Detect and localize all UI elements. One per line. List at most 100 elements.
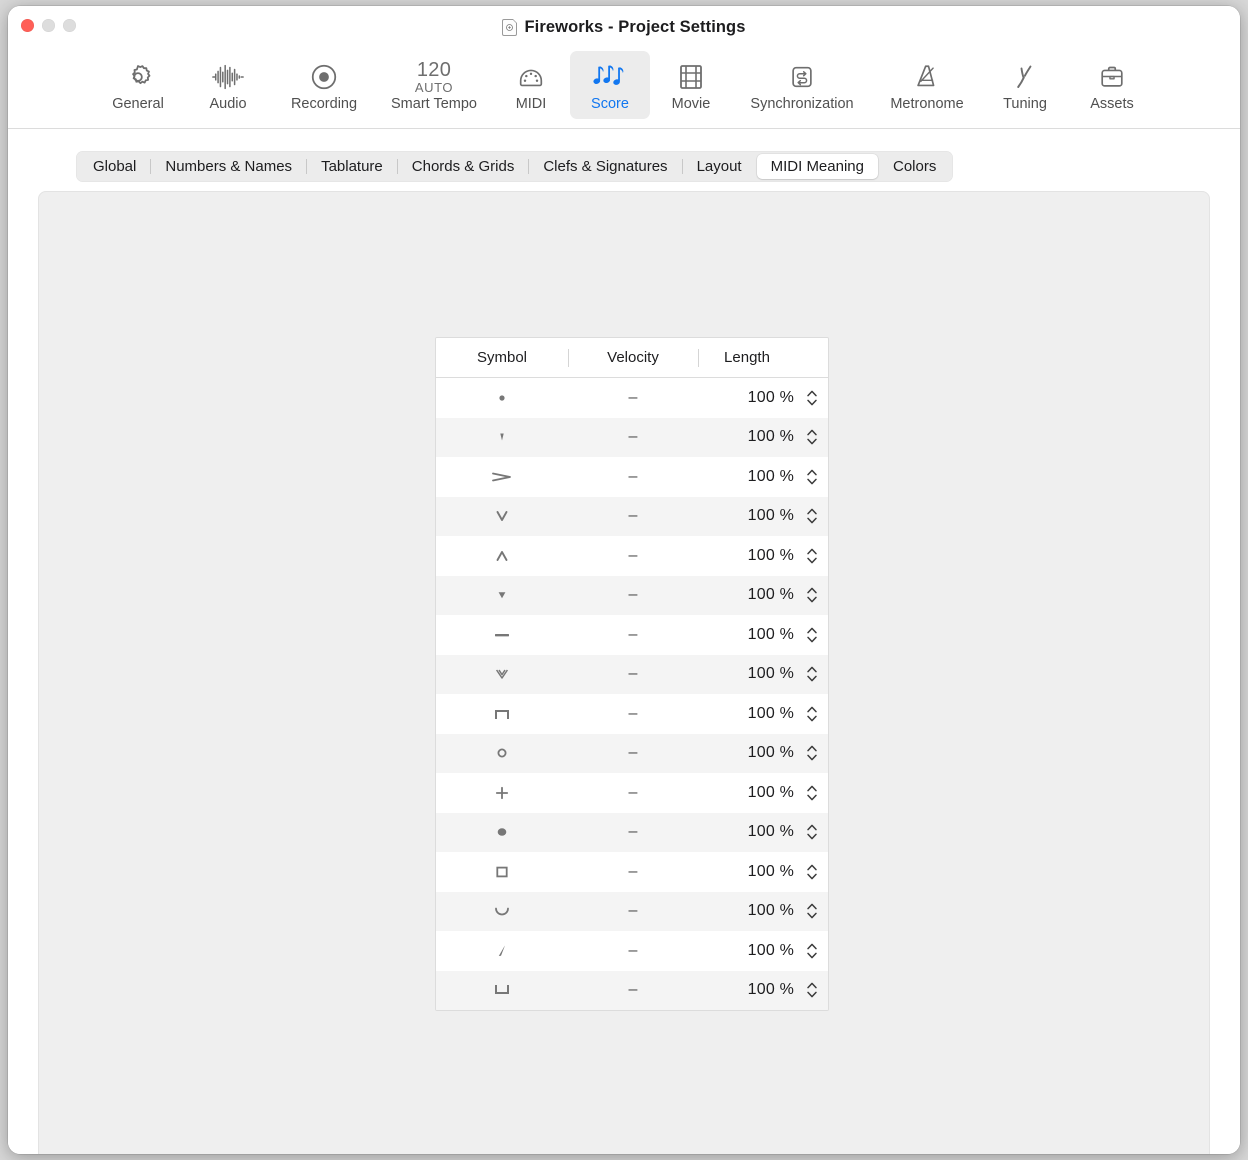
stepper-up-down-icon[interactable] [805,980,818,1001]
toolbar-item-midi[interactable]: MIDI [492,51,570,119]
table-row[interactable]: – 100 % [436,615,828,655]
length-cell[interactable]: 100 % [698,466,828,487]
stepper-up-down-icon[interactable] [805,861,818,882]
tab-label-colors: Colors [892,158,937,175]
length-value: 100 % [747,625,794,643]
toolbar-label-score: Score [591,96,629,112]
length-cell[interactable]: 100 % [698,901,828,922]
table-row[interactable]: – 100 % [436,931,828,971]
stepper-up-down-icon[interactable] [805,664,818,685]
tab-midi-meaning[interactable]: MIDI Meaning [756,154,878,179]
table-row[interactable]: – 100 % [436,496,828,536]
film-strip-icon [677,57,705,97]
toolbar-item-audio[interactable]: Audio [184,51,272,119]
stepper-up-down-icon[interactable] [805,427,818,448]
length-value: 100 % [747,823,794,841]
tab-layout[interactable]: Layout [683,154,756,179]
table-row[interactable]: – 100 % [436,417,828,457]
length-cell[interactable]: 100 % [698,743,828,764]
length-cell[interactable]: 100 % [698,545,828,566]
table-row[interactable]: – 100 % [436,733,828,773]
table-row[interactable]: – 100 % [436,970,828,1010]
length-value: 100 % [747,941,794,959]
toolbar-label-audio: Audio [209,96,247,112]
stepper-up-down-icon[interactable] [805,387,818,408]
tab-label-numbers-names: Numbers & Names [165,158,293,175]
table-row[interactable]: – 100 % [436,852,828,892]
stepper-up-down-icon[interactable] [805,506,818,527]
length-value: 100 % [747,665,794,683]
double-wedge-symbol [436,665,568,683]
table-row[interactable]: – 100 % [436,694,828,734]
filled-triangle-down-symbol [436,586,568,604]
velocity-value: – [628,428,638,446]
table-row[interactable]: – 100 % [436,536,828,576]
tab-tablature[interactable]: Tablature [307,154,397,179]
stepper-up-down-icon[interactable] [805,466,818,487]
length-cell[interactable]: 100 % [698,703,828,724]
velocity-value: – [628,467,638,485]
document-icon [502,18,518,36]
toolbar-item-score[interactable]: Score [570,51,650,119]
header-divider [568,349,569,367]
stepper-up-down-icon[interactable] [805,901,818,922]
table-row[interactable]: – 100 % [436,575,828,615]
table-row[interactable]: – 100 % [436,891,828,931]
toolbar-item-synchronization[interactable]: Synchronization [732,51,872,119]
tuning-fork-icon [1011,57,1039,97]
toolbar-label-tuning: Tuning [1003,96,1047,112]
table-row[interactable]: – 100 % [436,654,828,694]
velocity-value: – [628,586,638,604]
toolbar-item-general[interactable]: General [92,51,184,119]
window-title: Fireworks - Project Settings [524,17,746,36]
stepper-up-down-icon[interactable] [805,940,818,961]
table-row[interactable]: – 100 % [436,773,828,813]
toolbar-label-synchronization: Synchronization [750,96,854,112]
length-cell[interactable]: 100 % [698,980,828,1001]
stepper-up-down-icon[interactable] [805,545,818,566]
tab-label-tablature: Tablature [321,158,383,175]
toolbar-item-smart-tempo[interactable]: 120 AUTO Smart Tempo [376,51,492,119]
tab-label-global: Global [93,158,137,175]
toolbar-label-midi: MIDI [515,96,547,112]
length-cell[interactable]: 100 % [698,624,828,645]
toolbar-item-movie[interactable]: Movie [650,51,732,119]
tab-chords-grids[interactable]: Chords & Grids [398,154,529,179]
table-row[interactable]: – 100 % [436,378,828,418]
toolbar-item-recording[interactable]: Recording [272,51,376,119]
tab-clefs-signatures[interactable]: Clefs & Signatures [529,154,681,179]
table-row[interactable]: – 100 % [436,812,828,852]
tab-label-clefs-signatures: Clefs & Signatures [543,158,668,175]
length-cell[interactable]: 100 % [698,822,828,843]
accent-symbol [436,468,568,486]
column-header-symbol: Symbol [476,349,528,366]
velocity-value: – [628,507,638,525]
length-cell[interactable]: 100 % [698,861,828,882]
length-cell[interactable]: 100 % [698,506,828,527]
length-value: 100 % [747,586,794,604]
length-value: 100 % [747,862,794,880]
stepper-up-down-icon[interactable] [805,703,818,724]
toolbar-item-metronome[interactable]: Metronome [872,51,982,119]
length-cell[interactable]: 100 % [698,940,828,961]
length-cell[interactable]: 100 % [698,585,828,606]
toolbar-item-tuning[interactable]: Tuning [982,51,1068,119]
table-header-row: Symbol Velocity Length [436,338,828,378]
toolbar-item-assets[interactable]: Assets [1068,51,1156,119]
length-cell[interactable]: 100 % [698,664,828,685]
velocity-value: – [628,744,638,762]
staccato-dot-symbol [436,389,568,407]
stepper-up-down-icon[interactable] [805,585,818,606]
tab-global[interactable]: Global [79,154,150,179]
length-cell[interactable]: 100 % [698,782,828,803]
table-row[interactable]: – 100 % [436,457,828,497]
stepper-up-down-icon[interactable] [805,743,818,764]
tab-numbers-names[interactable]: Numbers & Names [151,154,306,179]
length-cell[interactable]: 100 % [698,387,828,408]
length-cell[interactable]: 100 % [698,427,828,448]
stepper-up-down-icon[interactable] [805,822,818,843]
stepper-up-down-icon[interactable] [805,782,818,803]
down-bow-symbol [436,705,568,723]
stepper-up-down-icon[interactable] [805,624,818,645]
tab-colors[interactable]: Colors [879,154,950,179]
